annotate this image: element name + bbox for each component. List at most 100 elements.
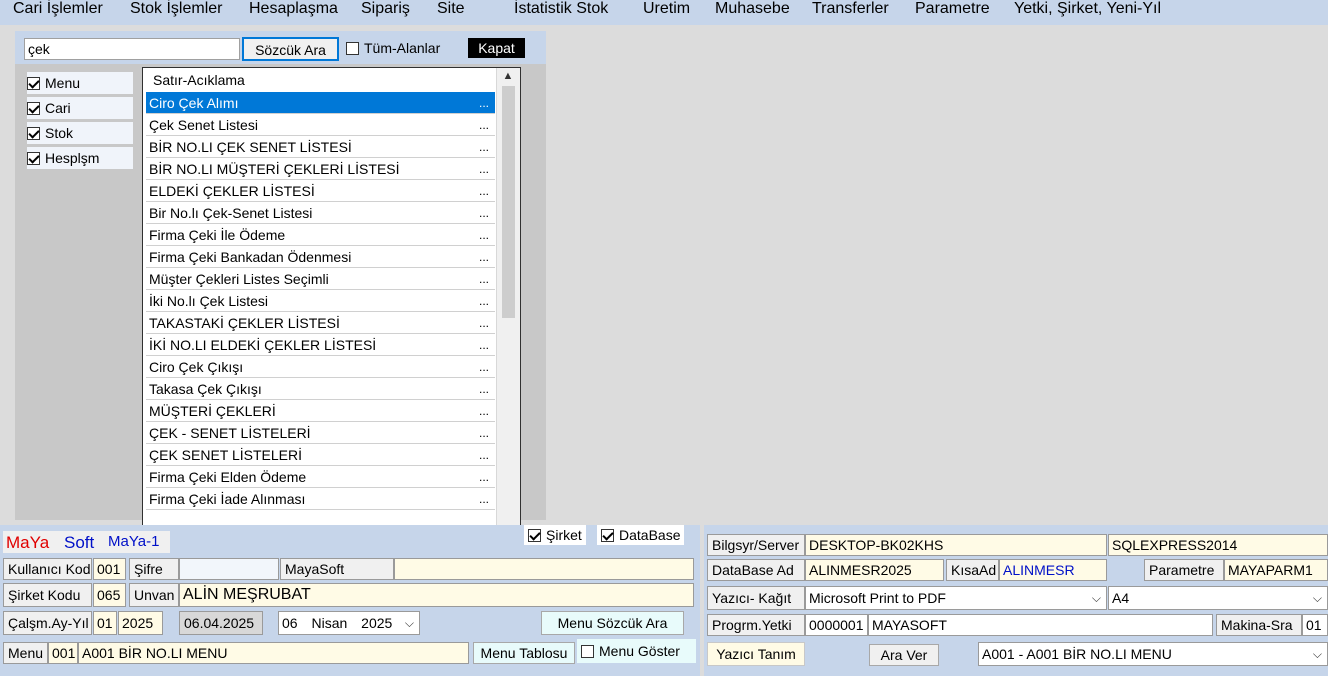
menu-table-button[interactable]: Menu Tablosu [473,642,575,664]
db-label: DataBase Ad [707,559,805,581]
password-label: Şifre [129,558,179,580]
paper-select[interactable]: A4 ⌵ [1108,586,1328,610]
title-label: Unvan [129,583,179,607]
menu-show-checkbox[interactable]: Menu Göster [577,639,696,663]
all-fields-checkbox[interactable]: Tüm-Alanlar [346,40,440,56]
auth-label: Progrm.Yetki [707,614,805,636]
machine-label: Makina-Sra [1216,614,1302,636]
result-row[interactable]: Çek Senet Listesi... [146,114,495,136]
result-row[interactable]: Firma Çeki Bankadan Ödenmesi... [146,246,495,268]
menu-hesaplasma[interactable]: Hesaplaşma [249,0,338,18]
result-row[interactable]: Firma Çeki İle Ödeme... [146,224,495,246]
date-picker[interactable]: 06 Nisan 2025 ⌵ [278,611,420,635]
filter-hesplsm[interactable]: Hesplşm [27,147,133,169]
menu-site[interactable]: Site [437,0,465,18]
menu-siparis[interactable]: Sipariş [361,0,410,18]
printer-label: Yazıcı- Kağıt [707,586,805,610]
break-button[interactable]: Ara Ver [869,644,939,666]
menu-yetki[interactable]: Yetki, Şirket, Yeni-Yıl [1014,0,1161,18]
period-year-field[interactable]: 2025 [118,611,163,635]
user-code-label: Kullanıcı Kod [3,558,92,580]
session-panel: MaYa Soft MaYa-1 Şirket DataBase Kullanı… [0,525,700,676]
scroll-thumb[interactable] [502,86,515,318]
machine-field[interactable]: 01 [1302,614,1328,636]
result-row[interactable]: Ciro Çek Alımı... [146,92,495,114]
menu-stok[interactable]: Stok İşlemler [130,0,222,18]
results-scrollbar[interactable]: ▲ ▼ [496,68,520,540]
short-name-field[interactable]: ALINMESR [999,559,1107,581]
db-field[interactable]: ALINMESR2025 [805,559,944,581]
menu-code-field[interactable]: 001 [48,642,78,664]
result-row[interactable]: BİR NO.LI MÜŞTERİ ÇEKLERİ LİSTESİ... [146,158,495,180]
period-month-field[interactable]: 01 [93,611,117,635]
result-row[interactable]: İki No.lı Çek Listesi... [146,290,495,312]
menu-word-search-button[interactable]: Menu Sözcük Ara [541,611,684,635]
menu-show-box [581,644,594,658]
chevron-down-icon: ⌵ [404,616,414,630]
menu-show-label: Menu Göster [599,643,680,659]
brand-version: MaYa-1 [108,533,160,550]
result-row[interactable]: ÇEK SENET LİSTELERİ... [146,444,495,466]
company-title-field[interactable]: ALİN MEŞRUBAT [179,583,694,607]
auth-name-field[interactable]: MAYASOFT [868,614,1213,636]
result-row[interactable]: Firma Çeki Elden Ödeme... [146,466,495,488]
filter-hesplsm-label: Hesplşm [45,150,100,166]
filter-menu[interactable]: Menu [27,72,133,94]
system-panel: Bilgsyr/Server DESKTOP-BK02KHS SQLEXPRES… [704,525,1328,676]
chevron-down-icon: ⌵ [1312,591,1322,605]
user-extra-field[interactable] [394,558,694,580]
printer-select[interactable]: Microsoft Print to PDF ⌵ [805,586,1107,610]
company-code-field[interactable]: 065 [93,583,126,607]
server-label: Bilgsyr/Server [707,534,805,556]
menu-parametre[interactable]: Parametre [915,0,990,18]
close-button[interactable]: Kapat [468,38,525,58]
short-name-label: KısaAd [946,559,999,581]
result-row[interactable]: Bir No.lı Çek-Senet Listesi... [146,202,495,224]
result-row[interactable]: İKİ NO.LI ELDEKİ ÇEKLER LİSTESİ... [146,334,495,356]
filter-stok[interactable]: Stok [27,122,133,144]
result-row[interactable]: ELDEKİ ÇEKLER LİSTESİ... [146,180,495,202]
result-row[interactable]: ÇEK - SENET LİSTELERİ... [146,422,495,444]
filter-cari-box [27,101,40,115]
menu-label: Menu [3,642,48,664]
menu-transferler[interactable]: Transferler [812,0,889,18]
user-code-field[interactable]: 001 [93,558,126,580]
menu-cari[interactable]: Cari İşlemler [13,0,103,18]
search-input[interactable]: çek [24,38,240,60]
auth-code-field[interactable]: 0000001 [805,614,868,636]
printer-define-button[interactable]: Yazıcı Tanım [707,642,805,666]
all-fields-box [346,41,359,55]
filter-cari[interactable]: Cari [27,97,133,119]
database-label: DataBase [619,527,681,543]
result-row[interactable]: Firma Çeki İade Alınması... [146,488,495,510]
menu-search-panel: çek Sözcük Ara Tüm-Alanlar Kapat Menu Ca… [15,31,546,541]
results-list[interactable]: Satır-Acıklama Ciro Çek Alımı... Çek Sen… [142,67,521,541]
menu-name-field[interactable]: A001 BİR NO.LI MENU [78,642,469,664]
word-search-button[interactable]: Sözcük Ara [242,37,339,61]
company-checkbox[interactable]: Şirket [524,525,586,545]
result-row[interactable]: MÜŞTERİ ÇEKLERİ... [146,400,495,422]
period-label: Çalşm.Ay-Yıl [3,611,92,635]
chevron-down-icon: ⌵ [1312,647,1322,661]
result-row[interactable]: Müşter Çekleri Listes Seçimli... [146,268,495,290]
menu-muhasebe[interactable]: Muhasebe [715,0,790,18]
scroll-up-icon[interactable]: ▲ [502,70,514,84]
menu-select[interactable]: A001 - A001 BİR NO.LI MENU ⌵ [978,642,1328,666]
filter-menu-label: Menu [45,75,81,91]
company-label: Şirket [546,527,582,543]
user-name-field: MayaSoft [280,558,394,580]
password-field[interactable] [179,558,279,580]
result-row[interactable]: BİR NO.LI ÇEK SENET LİSTESİ... [146,136,495,158]
search-toolbar: çek Sözcük Ara Tüm-Alanlar Kapat [15,31,546,64]
param-field[interactable]: MAYAPARM1 [1224,559,1328,581]
instance-field[interactable]: SQLEXPRESS2014 [1108,534,1328,556]
database-checkbox[interactable]: DataBase [597,525,685,545]
company-code-label: Şirket Kodu [3,583,92,607]
result-row[interactable]: TAKASTAKİ ÇEKLER LİSTESİ... [146,312,495,334]
result-row[interactable]: Ciro Çek Çıkışı... [146,356,495,378]
menu-uretim[interactable]: Uretim [643,0,690,18]
server-field[interactable]: DESKTOP-BK02KHS [805,534,1107,556]
main-menubar: Cari İşlemler Stok İşlemler Hesaplaşma S… [0,0,1328,25]
result-row[interactable]: Takasa Çek Çıkışı... [146,378,495,400]
menu-istatistik-stok[interactable]: İstatistik Stok [514,0,608,18]
